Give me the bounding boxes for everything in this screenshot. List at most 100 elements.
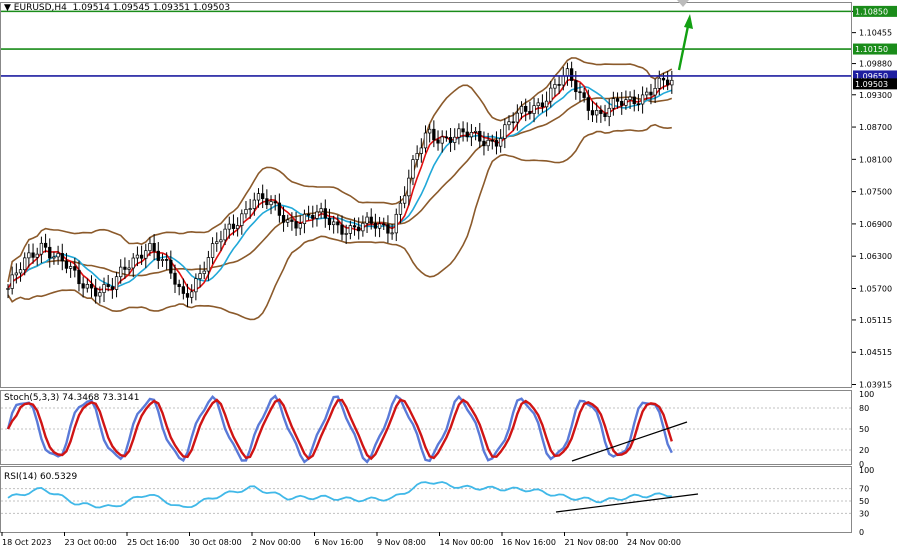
candle-body [365,216,369,224]
candle-body [578,91,582,94]
candle-body [298,223,302,229]
ma-slow-line [7,85,673,289]
candle-body [60,253,64,262]
candle-body [473,130,478,133]
candle-body [469,131,474,138]
candle-body [645,91,649,96]
price-tag-text: 1.09503 [855,80,888,89]
ma-fast-line [7,78,673,292]
candle-body [361,222,365,232]
x-tick-label: 30 Oct 08:00 [190,538,242,547]
x-tick-label: 6 Nov 16:00 [315,538,364,547]
bullish-arrow-head [684,14,693,29]
candle-body [340,224,344,235]
candle-body [661,77,666,81]
candle-body [27,252,31,259]
candle-body [519,105,524,114]
candle-body [444,136,449,139]
candle-body [210,243,215,258]
candle-body [411,159,415,179]
symbol-header: ▼ EURUSD,H4 1.09514 1.09545 1.09351 1.09… [4,3,230,13]
candle-body [43,242,48,248]
candle-body [323,208,327,219]
candle-body [632,96,636,105]
candle-body [499,138,503,147]
candle-body [603,113,607,117]
candle-body [590,110,595,116]
candle-body [332,221,336,226]
candle-body [599,110,603,114]
candle-body [286,219,290,223]
rsi-ytick-label: 50 [859,497,869,506]
price-ytick-label: 1.09880 [859,60,892,69]
x-tick-label: 24 Nov 00:00 [627,538,681,547]
rsi-ytick-label: 70 [859,485,869,494]
candle-body [23,257,27,271]
candle-body [453,136,457,143]
candle-body [373,222,378,229]
x-tick-label: 23 Oct 00:00 [65,538,117,547]
price-ytick-label: 1.04515 [859,348,892,357]
stoch-ytick-label: 20 [859,446,869,455]
candle-body [457,128,461,138]
candle-body [432,128,436,141]
stoch-ytick-label: 80 [859,404,869,413]
candle-body [181,286,186,294]
candle-body [198,273,202,279]
candle-body [169,259,173,274]
candle-body [428,128,432,134]
candle-body [35,253,39,258]
candle-body [64,260,69,269]
stoch-trendline [571,421,688,462]
candle-body [465,131,469,138]
bullish-arrow [677,25,690,71]
candle-body [549,87,553,102]
candle-body [386,224,390,234]
rsi-ytick-label: 100 [859,466,874,475]
candle-body [202,270,206,274]
candle-body [574,80,578,93]
candle-body [48,246,52,259]
candle-body [486,139,490,147]
candle-body [281,215,286,223]
symbol-label: EURUSD,H4 [13,3,67,13]
candle-body [156,250,160,261]
candle-body [31,252,35,258]
candle-body [102,284,106,293]
candle-body [423,132,428,149]
candle-body [98,292,102,297]
candle-body [261,193,265,200]
price-tag-text: 1.10150 [855,45,888,54]
candle-body [561,75,565,86]
rsi-line [7,481,672,509]
candle-body [336,221,340,226]
candle-body [344,233,348,235]
candle-body [357,226,361,232]
candle-body [273,201,277,204]
candle-body [611,98,616,109]
bollinger-upper-line [7,57,673,283]
trading-chart[interactable]: 1.10850 1.10455 1.09880 1.09300 1.08700 1.081… [0,0,900,555]
price-ytick-label: 1.10455 [859,29,892,38]
candle-body [265,198,269,206]
candle-body [528,111,532,114]
candle-body [482,140,486,147]
stoch-main-line [6,394,673,464]
candle-body [190,291,194,298]
candle-body [544,100,549,108]
candle-body [110,286,115,290]
candle-body [127,267,131,270]
candle-body [515,112,519,123]
candle-body [185,293,190,298]
rsi-ytick-label: 0 [859,528,864,537]
candle-body [215,241,219,244]
candle-body [248,208,252,210]
candle-body [81,283,85,289]
stoch-signal-line [6,398,673,461]
chart-dropdown-icon[interactable]: ▼ [4,3,14,13]
candle-body [607,107,611,117]
candle-body [532,105,536,114]
candle-body [636,103,641,106]
candle-body [10,274,14,289]
candle-body [649,91,653,96]
